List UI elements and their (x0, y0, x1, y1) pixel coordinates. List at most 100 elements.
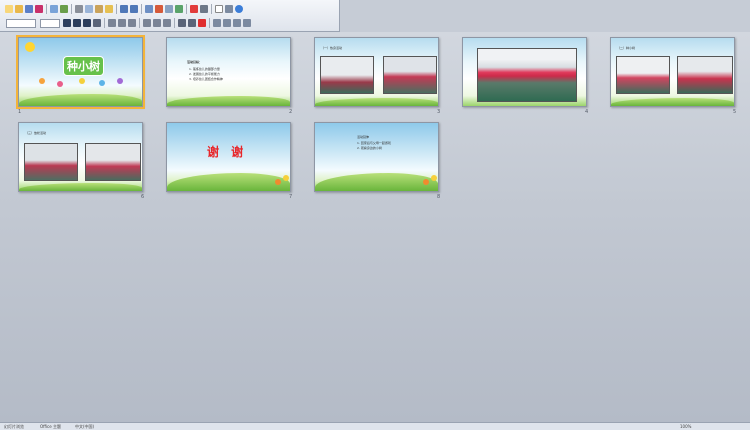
slide-number: 2 (289, 109, 293, 115)
font-size-select[interactable] (40, 18, 60, 28)
standard-toolbar-row (4, 3, 244, 15)
slide-caption: （二）种小树 (617, 46, 636, 50)
child-figure (99, 80, 105, 86)
zoom-level[interactable]: 100% (680, 424, 691, 429)
activity-photo (477, 48, 577, 102)
grass-decoration (611, 98, 734, 106)
redo-icon[interactable] (130, 5, 138, 13)
grass-decoration (315, 98, 438, 106)
slide-number: 6 (141, 194, 145, 200)
chart-icon[interactable] (155, 5, 163, 13)
text-icon[interactable] (215, 5, 223, 13)
bullets-icon[interactable] (143, 19, 151, 27)
insert-icon[interactable] (165, 5, 173, 13)
slide-thumbnail-7[interactable]: 谢 谢 (166, 122, 291, 192)
activity-photo (24, 143, 78, 181)
bold-icon[interactable] (63, 19, 71, 27)
slide-number: 4 (585, 109, 589, 115)
slide-thumbnail-6[interactable]: （三）放松活动 (18, 122, 143, 192)
preview-icon[interactable] (50, 5, 58, 13)
table-icon[interactable] (145, 5, 153, 13)
slide-caption: （一）热身活动 (321, 46, 343, 50)
slide-caption: （三）放松活动 (25, 131, 47, 135)
slide-thumbnail-5[interactable]: （二）种小树 (610, 37, 735, 107)
separator (104, 18, 105, 28)
open-icon[interactable] (15, 5, 23, 13)
font-shrink-icon[interactable] (188, 19, 196, 27)
activity-photo (383, 56, 437, 94)
align-center-icon[interactable] (118, 19, 126, 27)
slide-number: 1 (18, 109, 22, 115)
align-left-icon[interactable] (108, 19, 116, 27)
activity-photo (320, 56, 374, 94)
flower-decoration (275, 179, 281, 185)
child-figure (39, 78, 45, 84)
copy-icon[interactable] (85, 5, 93, 13)
grid-icon[interactable] (200, 5, 208, 13)
slide-text-line: 2. 发展幼儿的平衡能力 (189, 72, 220, 76)
slide-thumbnail-2[interactable]: 活动目标： 1. 锻炼幼儿的腿部力量 2. 发展幼儿的平衡能力 3. 培养幼儿团… (166, 37, 291, 107)
color-icon[interactable] (190, 5, 198, 13)
help-icon[interactable] (235, 5, 243, 13)
sun-icon (25, 42, 35, 52)
numbering-icon[interactable] (153, 19, 161, 27)
activity-photo (616, 56, 670, 94)
grass-decoration (19, 183, 142, 191)
align-right-icon[interactable] (128, 19, 136, 27)
slide-thumbnail-4[interactable] (462, 37, 587, 107)
activity-photo (85, 143, 141, 181)
flower-decoration (283, 175, 289, 181)
underline-icon[interactable] (83, 19, 91, 27)
slide-title: 种小树 (63, 56, 104, 76)
separator (46, 4, 47, 14)
more-icon[interactable] (243, 19, 251, 27)
indent-icon[interactable] (163, 19, 171, 27)
spell-icon[interactable] (60, 5, 68, 13)
italic-icon[interactable] (73, 19, 81, 27)
slide-text-line: 1. 回家后与父母一起游戏 (357, 141, 391, 145)
picture-icon[interactable] (175, 5, 183, 13)
formatting-toolbar-row (4, 17, 252, 29)
font-name-select[interactable] (6, 18, 36, 28)
separator (116, 4, 117, 14)
save-icon[interactable] (25, 5, 33, 13)
separator (71, 4, 72, 14)
font-grow-icon[interactable] (178, 19, 186, 27)
flower-decoration (423, 179, 429, 185)
slide-thumbnail-3[interactable]: （一）热身活动 (314, 37, 439, 107)
slide-heading: 活动目标： (187, 60, 203, 64)
cut-icon[interactable] (75, 5, 83, 13)
child-figure (79, 78, 85, 84)
slide-thumbnail-8[interactable]: 活动延伸 1. 回家后与父母一起游戏 2. 观察身边的小树 (314, 122, 439, 192)
new-icon[interactable] (5, 5, 13, 13)
paste-icon[interactable] (95, 5, 103, 13)
activity-photo (677, 56, 733, 94)
slide-text-line: 活动延伸 (357, 135, 370, 139)
language-indicator: 中文(中国) (75, 424, 95, 429)
new-slide-icon[interactable] (223, 19, 231, 27)
slide-text-line: 1. 锻炼幼儿的腿部力量 (189, 67, 220, 71)
child-figure (117, 78, 123, 84)
separator (186, 4, 187, 14)
separator (174, 18, 175, 28)
slide-number: 3 (437, 109, 441, 115)
zoom-icon[interactable] (225, 5, 233, 13)
slide-title: 谢 谢 (207, 145, 248, 159)
separator (141, 4, 142, 14)
design-icon[interactable] (213, 19, 221, 27)
shadow-icon[interactable] (93, 19, 101, 27)
view-indicator: 幻灯片浏览 (4, 424, 24, 429)
slide-sorter-view: 种小树 1 活动目标： 1. 锻炼幼儿的腿部力量 2. 发展幼儿的平衡能力 3.… (0, 32, 750, 422)
print-icon[interactable] (35, 5, 43, 13)
theme-indicator: Office 主题 (40, 424, 61, 429)
slide-text-line: 2. 观察身边的小树 (357, 146, 382, 150)
layout-icon[interactable] (233, 19, 241, 27)
separator (139, 18, 140, 28)
font-color-icon[interactable] (198, 19, 206, 27)
format-painter-icon[interactable] (105, 5, 113, 13)
undo-icon[interactable] (120, 5, 128, 13)
flower-decoration (431, 175, 437, 181)
slide-thumbnail-1[interactable]: 种小树 (16, 35, 145, 109)
slide-number: 7 (289, 194, 293, 200)
formatting-toolbar (0, 0, 340, 32)
